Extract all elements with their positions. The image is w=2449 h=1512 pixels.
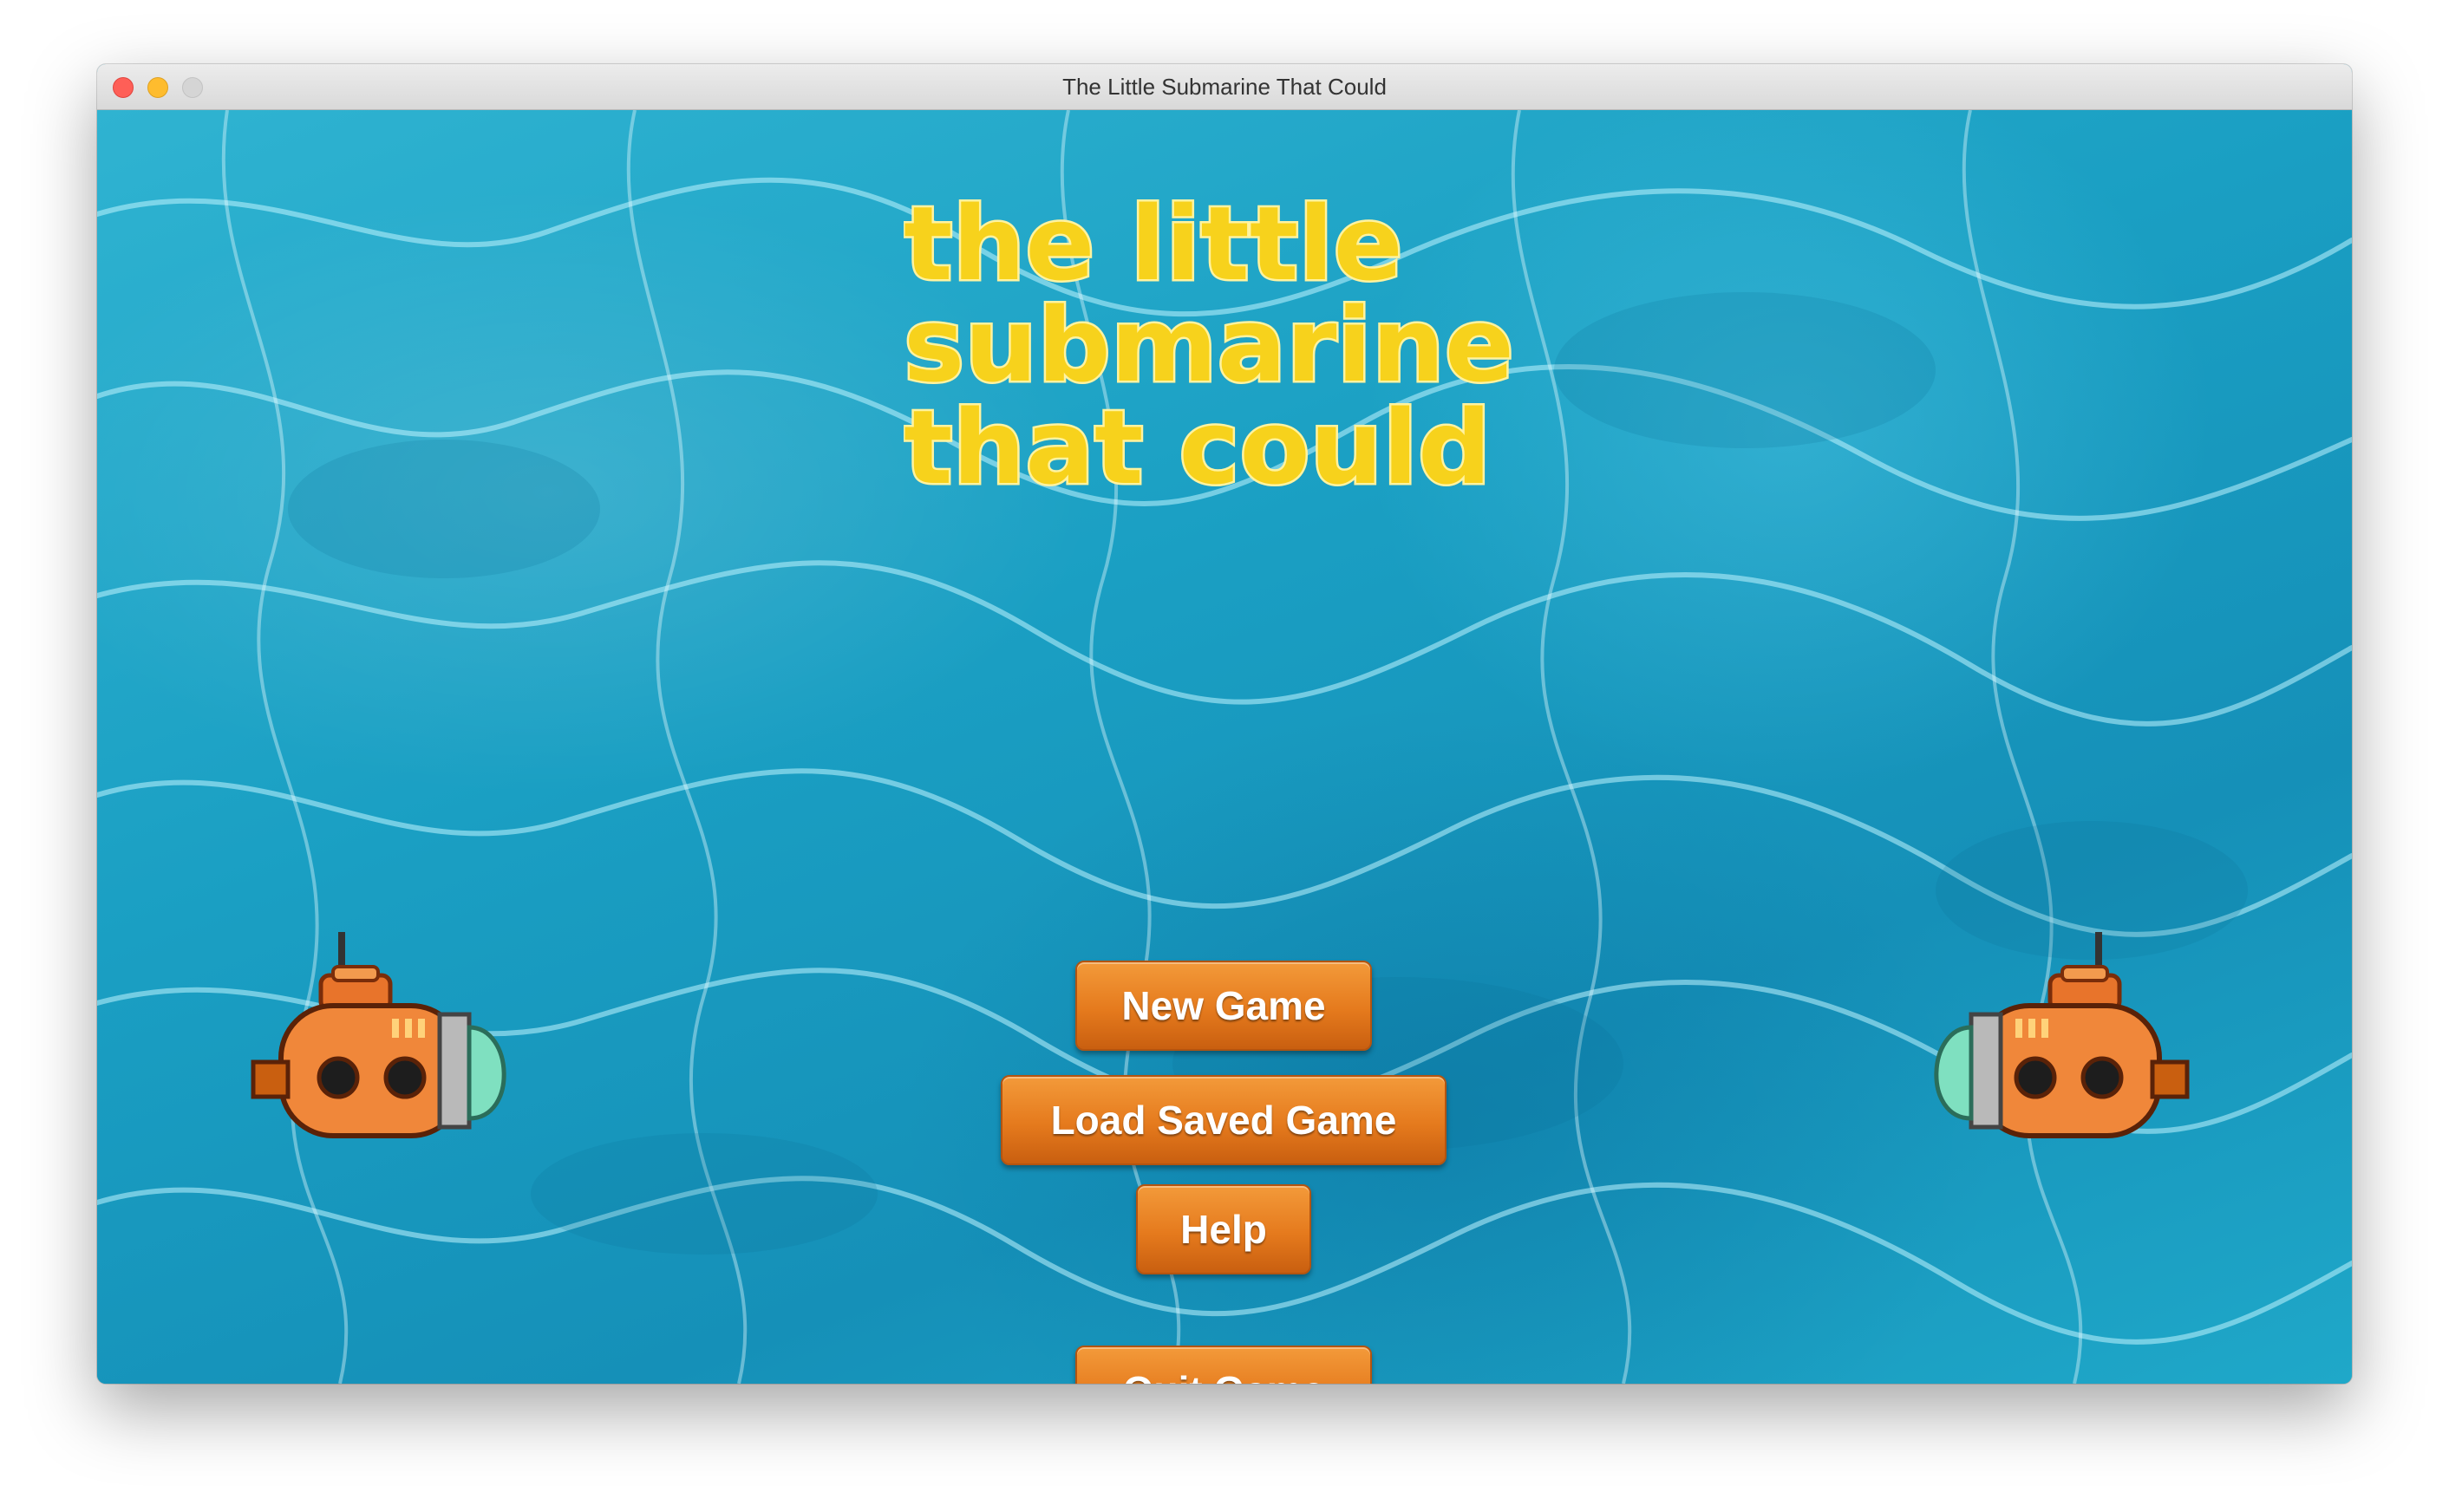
maximize-window-button[interactable] (182, 77, 203, 98)
game-canvas: the little submarine that could New Game… (97, 110, 2352, 1384)
game-logo: the little submarine that could (904, 188, 1516, 500)
new-game-button[interactable]: New Game (1075, 961, 1372, 1051)
title-bar[interactable]: The Little Submarine That Could (97, 64, 2352, 110)
help-button[interactable]: Help (1136, 1184, 1311, 1274)
window-title: The Little Submarine That Could (1062, 73, 1387, 100)
load-saved-game-button[interactable]: Load Saved Game (1001, 1075, 1447, 1165)
submarine-icon-right (1934, 932, 2190, 1138)
window-controls (113, 77, 203, 98)
minimize-window-button[interactable] (147, 77, 168, 98)
submarine-icon-left (251, 932, 506, 1138)
close-window-button[interactable] (113, 77, 134, 98)
game-window: The Little Submarine That Could the litt… (97, 64, 2352, 1384)
logo-line-3: that could (904, 388, 1491, 500)
quit-game-button[interactable]: Quit Game (1075, 1346, 1372, 1384)
